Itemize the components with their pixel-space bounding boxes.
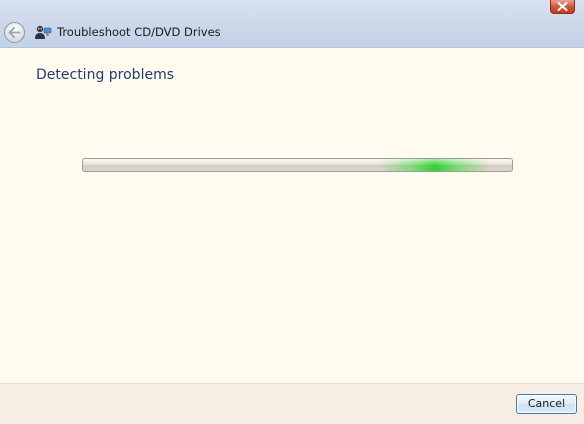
window-title: Troubleshoot CD/DVD Drives xyxy=(57,25,221,39)
footer-bar xyxy=(0,383,584,424)
back-button[interactable] xyxy=(4,22,25,43)
page-heading: Detecting problems xyxy=(36,67,175,83)
close-icon xyxy=(557,2,568,11)
troubleshooter-window: Troubleshoot CD/DVD Drives Detecting pro… xyxy=(0,0,584,424)
progress-sheen xyxy=(83,159,512,165)
back-arrow-icon xyxy=(8,27,21,38)
window-header: Troubleshoot CD/DVD Drives xyxy=(0,0,584,48)
progress-bar xyxy=(82,158,513,172)
cancel-button[interactable]: Cancel xyxy=(516,394,577,414)
close-button[interactable] xyxy=(550,0,575,14)
troubleshooter-icon xyxy=(35,25,52,39)
